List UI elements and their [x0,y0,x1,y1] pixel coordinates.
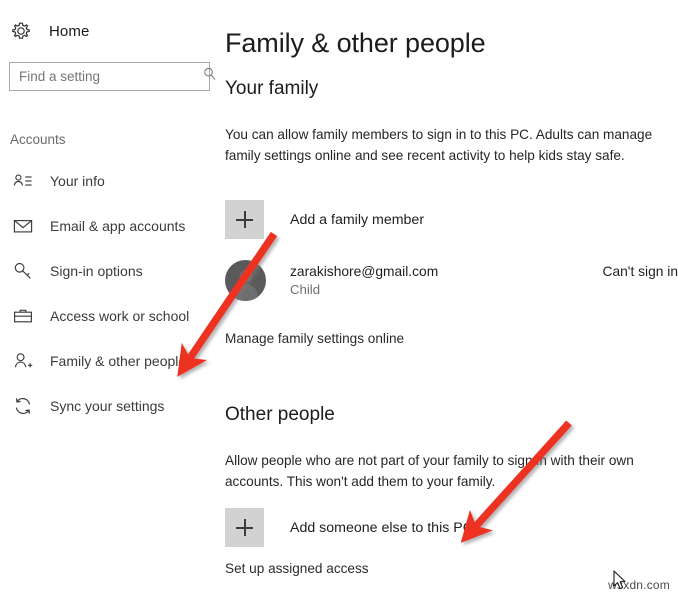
person-avatar-icon [225,260,266,301]
sidebar-nav: Your info Email & app accounts Sign-in o… [0,166,220,436]
search-box[interactable] [9,62,216,91]
sidebar-item-family-other-people[interactable]: Family & other people [0,346,220,376]
sidebar-item-label: Family & other people [50,353,187,369]
contact-card-icon [12,170,34,192]
sidebar-item-label: Email & app accounts [50,218,186,234]
other-people-description: Allow people who are not part of your fa… [225,452,634,489]
account-texts: zarakishore@gmail.com Child [290,263,438,299]
sidebar-home-button[interactable]: Home [10,18,89,44]
briefcase-icon [12,305,34,327]
key-icon [12,260,34,282]
sidebar-item-access-work-or-school[interactable]: Access work or school [0,301,220,331]
sidebar-item-label: Your info [50,173,105,189]
set-up-assigned-access-link[interactable]: Set up assigned access [225,561,369,576]
main-content: Family & other people Your family You ca… [225,0,678,596]
sync-icon [12,395,34,417]
family-account-row[interactable]: zarakishore@gmail.com Child Can't sign i… [225,260,678,301]
sidebar-item-email-app-accounts[interactable]: Email & app accounts [0,211,220,241]
person-plus-icon [12,350,34,372]
plus-icon [225,200,264,239]
add-someone-else-button[interactable]: Add someone else to this PC [225,508,473,547]
sidebar-group-label: Accounts [10,132,66,147]
sidebar-item-label: Sync your settings [50,398,165,414]
sidebar-item-sign-in-options[interactable]: Sign-in options [0,256,220,286]
section-heading-other-people: Other people [225,403,335,425]
add-someone-else-label: Add someone else to this PC [290,519,473,536]
search-icon [202,66,224,87]
account-role: Child [290,281,321,297]
your-family-description: You can allow family members to sign in … [225,126,653,163]
add-family-member-button[interactable]: Add a family member [225,200,424,239]
sidebar-item-sync-your-settings[interactable]: Sync your settings [0,391,220,421]
envelope-icon [12,215,34,237]
sidebar-home-label: Home [49,22,90,40]
search-input[interactable] [10,63,202,90]
sidebar-item-label: Sign-in options [50,263,143,279]
page-title: Family & other people [225,28,486,59]
section-heading-your-family: Your family [225,77,319,99]
account-name: zarakishore@gmail.com [290,263,439,279]
manage-family-settings-link[interactable]: Manage family settings online [225,331,404,346]
mouse-pointer-icon [613,570,626,590]
add-family-member-label: Add a family member [290,211,425,228]
gear-icon [10,20,32,42]
sidebar-item-label: Access work or school [50,308,190,324]
settings-window: Home Accounts [0,0,678,596]
plus-icon [225,508,264,547]
sidebar-item-your-info[interactable]: Your info [0,166,220,196]
account-status: Can't sign in [602,264,678,279]
sidebar: Home Accounts [0,0,220,596]
